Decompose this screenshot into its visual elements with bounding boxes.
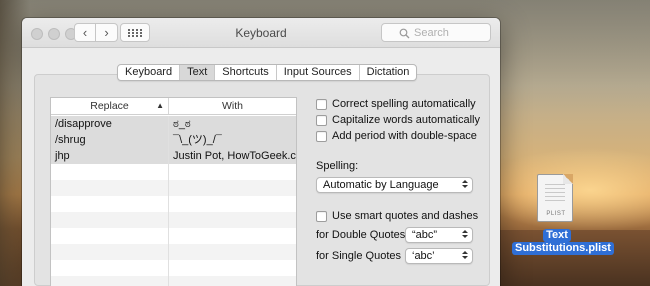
forward-button[interactable]: › — [96, 23, 118, 42]
capitalize-words-checkbox[interactable] — [316, 114, 327, 126]
correct-spelling-label: Correct spelling automatically — [332, 98, 476, 110]
table-body: /disapprove ಠ_ಠ /shrug ¯\_(ツ)_/¯ jhp Jus… — [51, 116, 296, 286]
column-header-with[interactable]: With — [169, 98, 296, 114]
search-placeholder: Search — [414, 26, 449, 39]
single-quotes-label: for Single Quotes — [316, 250, 401, 262]
replace-cell[interactable]: jhp — [51, 148, 169, 164]
replace-cell[interactable]: /shrug — [51, 132, 169, 148]
empty-row — [51, 164, 296, 180]
chevron-left-icon: ‹ — [82, 25, 88, 40]
spelling-language-select[interactable]: Automatic by Language — [316, 177, 473, 193]
select-arrows-icon — [461, 251, 469, 261]
sort-ascending-icon: ▲ — [156, 101, 164, 110]
capitalize-words-option[interactable]: Capitalize words automatically — [316, 114, 480, 126]
close-window-button[interactable] — [31, 28, 43, 40]
back-button[interactable]: ‹ — [74, 23, 96, 42]
file-name-label[interactable]: Text Substitutions.plist — [512, 229, 614, 255]
double-quotes-select[interactable]: “abc” — [405, 227, 473, 243]
column-header-replace-label: Replace — [90, 100, 129, 112]
smart-quotes-option[interactable]: Use smart quotes and dashes — [316, 210, 478, 222]
table-row[interactable]: jhp Justin Pot, HowToGeek.com — [51, 148, 296, 164]
search-field[interactable]: Search — [381, 23, 491, 42]
double-quotes-label: for Double Quotes — [316, 229, 406, 241]
empty-row — [51, 260, 296, 276]
select-arrows-icon — [461, 230, 469, 240]
capitalize-words-label: Capitalize words automatically — [332, 114, 480, 126]
smart-quotes-label: Use smart quotes and dashes — [332, 210, 479, 222]
single-quotes-value: ‘abc’ — [412, 250, 435, 262]
table-row[interactable]: /disapprove ಠ_ಠ — [51, 116, 296, 132]
with-cell[interactable]: ¯\_(ツ)_/¯ — [169, 132, 296, 148]
empty-row — [51, 228, 296, 244]
grid-icon — [128, 28, 142, 37]
empty-row — [51, 196, 296, 212]
tab-keyboard[interactable]: Keyboard — [118, 65, 179, 80]
correct-spelling-option[interactable]: Correct spelling automatically — [316, 98, 476, 110]
file-name-line1: Text — [543, 229, 571, 242]
tab-bar: Keyboard Text Shortcuts Input Sources Di… — [117, 64, 418, 81]
correct-spelling-checkbox[interactable] — [316, 98, 327, 110]
table-header: Replace ▲ With — [51, 98, 296, 115]
empty-row — [51, 212, 296, 228]
with-cell[interactable]: ಠ_ಠ — [169, 116, 296, 132]
file-name-line2: Substitutions.plist — [512, 242, 614, 255]
chevron-right-icon: › — [104, 25, 109, 40]
tab-dictation[interactable]: Dictation — [358, 65, 417, 80]
column-header-replace[interactable]: Replace ▲ — [51, 98, 169, 114]
text-replacement-table: Replace ▲ With /disapprove ಠ_ಠ /shrug ¯\… — [50, 97, 297, 286]
tab-shortcuts[interactable]: Shortcuts — [214, 65, 275, 80]
tab-text[interactable]: Text — [179, 65, 215, 80]
search-icon — [399, 28, 410, 39]
double-quotes-value: “abc” — [412, 229, 438, 241]
spelling-label: Spelling: — [316, 160, 359, 172]
table-row[interactable]: /shrug ¯\_(ツ)_/¯ — [51, 132, 296, 148]
add-period-label: Add period with double-space — [332, 130, 477, 142]
single-quotes-select[interactable]: ‘abc’ — [405, 248, 473, 264]
keyboard-preferences-window: Keyboard ‹ › Search Keyboard Text Shortc… — [22, 18, 500, 286]
title-bar: Keyboard ‹ › Search — [22, 18, 500, 48]
add-period-checkbox[interactable] — [316, 130, 327, 142]
plist-file-icon[interactable]: PLIST — [533, 174, 577, 226]
tab-input-sources[interactable]: Input Sources — [275, 65, 359, 80]
select-arrows-icon — [461, 180, 469, 190]
empty-row — [51, 276, 296, 286]
smart-quotes-checkbox[interactable] — [316, 210, 327, 222]
empty-row — [51, 244, 296, 260]
minimize-window-button[interactable] — [48, 28, 60, 40]
file-type-badge: PLIST — [546, 211, 566, 217]
empty-row — [51, 180, 296, 196]
with-cell[interactable]: Justin Pot, HowToGeek.com — [169, 148, 296, 164]
show-all-button[interactable] — [120, 23, 150, 42]
add-period-option[interactable]: Add period with double-space — [316, 130, 477, 142]
document-icon: PLIST — [537, 174, 573, 222]
replace-cell[interactable]: /disapprove — [51, 116, 169, 132]
spelling-language-value: Automatic by Language — [323, 179, 439, 191]
